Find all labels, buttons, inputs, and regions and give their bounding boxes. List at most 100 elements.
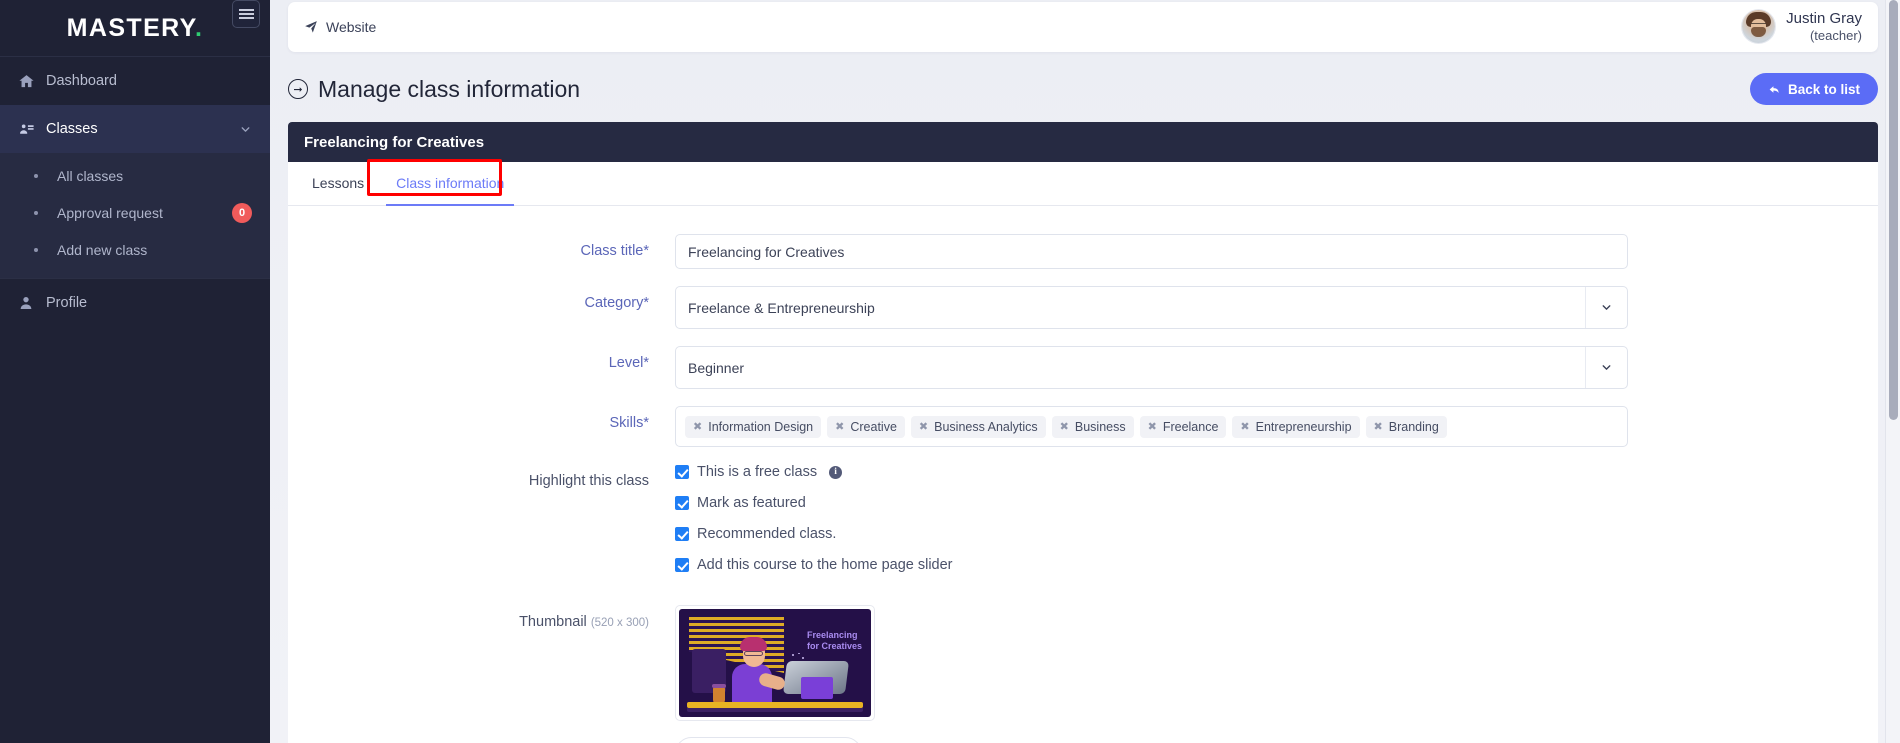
highlight-options: This is a free class i Mark as featured Rec…: [675, 464, 1878, 588]
category-label: Category*: [584, 295, 649, 311]
page-title-text: Manage class information: [318, 75, 581, 102]
highlight-option-label: Recommended class.: [697, 526, 837, 542]
brand-logo[interactable]: MASTERY.: [0, 0, 270, 57]
sidebar-item-classes[interactable]: Classes: [0, 105, 270, 153]
skill-tag[interactable]: ✖ Creative: [827, 415, 905, 438]
remove-tag-icon[interactable]: ✖: [919, 420, 928, 433]
topbar: Website Justin Gray (teacher): [288, 2, 1878, 52]
skills-tag-input[interactable]: ✖ Information Design ✖ Creative ✖ Business An…: [675, 406, 1628, 447]
remove-tag-icon[interactable]: ✖: [1148, 420, 1157, 433]
user-icon: [18, 295, 46, 311]
select-thumbnail-button[interactable]: Select a class thumbnail: [675, 737, 862, 743]
home-icon: [18, 73, 46, 90]
person-hair-graphic: [740, 637, 767, 651]
person-glasses-graphic: [744, 651, 763, 656]
sidebar-item-label: Profile: [46, 295, 88, 311]
level-value: Beginner: [688, 359, 745, 376]
category-value: Freelance & Entrepreneurship: [688, 299, 875, 316]
level-select[interactable]: Beginner: [675, 346, 1628, 389]
form-row-skills: Skills* ✖ Information Design ✖ Creative ✖ Bus…: [288, 406, 1878, 447]
remove-tag-icon[interactable]: ✖: [1240, 420, 1249, 433]
category-select[interactable]: Freelance & Entrepreneurship: [675, 286, 1628, 329]
sidebar-subitem-label: Approval request: [57, 204, 163, 221]
website-label: Website: [326, 19, 377, 35]
tab-class-information-label: Class information: [396, 175, 505, 191]
chevron-down-icon[interactable]: [1585, 347, 1627, 388]
sidebar-item-dashboard[interactable]: Dashboard: [0, 57, 270, 105]
tab-class-information[interactable]: Class information: [380, 161, 520, 206]
brand-name: MASTERY: [66, 13, 195, 42]
sidebar-subitem-label: All classes: [57, 167, 124, 184]
highlight-option: This is a free class i: [675, 464, 1628, 480]
user-names: Justin Gray (teacher): [1786, 10, 1862, 43]
back-to-list-label: Back to list: [1787, 81, 1860, 97]
bullet-icon: [34, 210, 38, 215]
back-to-list-button[interactable]: Back to list: [1749, 73, 1878, 105]
sidebar-item-approval-request[interactable]: Approval request 0: [0, 194, 270, 231]
skill-tag[interactable]: ✖ Freelance: [1139, 415, 1227, 438]
skill-tag-label: Business: [1074, 419, 1126, 434]
class-title-input[interactable]: Freelancing for Creatives: [675, 234, 1628, 269]
sidebar-item-profile[interactable]: Profile: [0, 279, 270, 327]
bullet-icon: [34, 247, 38, 252]
skill-tag[interactable]: ✖ Branding: [1365, 415, 1447, 438]
website-link[interactable]: Website: [304, 19, 376, 35]
coffee-lid-graphic: [712, 684, 726, 688]
skill-tag[interactable]: ✖ Entrepreneurship: [1232, 415, 1360, 438]
highlight-option: Recommended class.: [675, 526, 1628, 542]
scrollbar-thumb[interactable]: [1889, 0, 1898, 420]
skill-tag[interactable]: ✖ Business Analytics: [910, 415, 1046, 438]
thumbnail-image-title: Freelancing for Creatives: [807, 630, 862, 653]
sidebar-item-add-new-class[interactable]: Add new class: [0, 231, 270, 268]
checkbox[interactable]: [675, 558, 689, 572]
chevron-down-icon[interactable]: [1585, 287, 1627, 328]
tab-bar: Lessons Class information: [288, 159, 1878, 206]
checkbox[interactable]: [675, 496, 689, 510]
checkbox[interactable]: [675, 465, 689, 479]
remove-tag-icon[interactable]: ✖: [835, 420, 844, 433]
skill-tag[interactable]: ✖ Business: [1051, 415, 1134, 438]
class-card: Freelancing for Creatives Lessons Class …: [288, 122, 1878, 743]
sidebar: MASTERY. Dashboard Classes All classes A…: [0, 0, 270, 743]
highlight-label: Highlight this class: [528, 473, 649, 489]
brand-dot: .: [194, 13, 204, 42]
desk-graphic: [687, 702, 863, 708]
skills-label: Skills*: [609, 415, 649, 431]
hamburger-icon[interactable]: [232, 0, 260, 28]
thumbnail-title-line2: for Creatives: [806, 641, 862, 652]
form-row-highlight: Highlight this class This is a free clas…: [288, 464, 1878, 588]
page-scrollbar[interactable]: [1885, 0, 1900, 743]
info-icon[interactable]: i: [829, 465, 843, 479]
class-title-label: Class title*: [580, 243, 650, 259]
skill-tag-label: Creative: [850, 419, 897, 434]
remove-tag-icon[interactable]: ✖: [1060, 420, 1069, 433]
checkbox[interactable]: [675, 527, 689, 541]
user-role: (teacher): [1809, 28, 1862, 44]
highlight-option-label: This is a free class: [697, 464, 818, 480]
sidebar-item-all-classes[interactable]: All classes: [0, 157, 270, 194]
page-header: ➞ Manage class information Back to list: [288, 70, 1878, 108]
thumbnail-label-text: Thumbnail: [519, 614, 587, 630]
arrow-right-circle-icon: ➞: [288, 79, 308, 99]
back-arrow-icon: [1768, 83, 1781, 96]
skill-tag-label: Information Design: [708, 419, 814, 434]
highlight-option-label: Add this course to the home page slider: [697, 557, 953, 573]
remove-tag-icon[interactable]: ✖: [693, 420, 702, 433]
highlight-option: Mark as featured: [675, 495, 1628, 511]
laptop-base-graphic: [801, 677, 833, 699]
sidebar-item-label: Classes: [46, 121, 98, 137]
skill-tag[interactable]: ✖ Information Design: [685, 415, 822, 438]
send-icon: [304, 20, 318, 34]
main-content: Website Justin Gray (teacher) ➞ Manage c…: [270, 0, 1900, 743]
tab-lessons[interactable]: Lessons: [296, 161, 380, 205]
form-row-category: Category* Freelance & Entrepreneurship: [288, 286, 1878, 329]
user-menu[interactable]: Justin Gray (teacher): [1742, 10, 1862, 44]
form-row-class-title: Class title* Freelancing for Creatives: [288, 234, 1878, 269]
card-header: Freelancing for Creatives: [288, 122, 1878, 162]
remove-tag-icon[interactable]: ✖: [1374, 420, 1383, 433]
bullet-icon: [34, 173, 38, 178]
thumbnail-image: Freelancing for Creatives: [679, 609, 871, 717]
class-information-form: Class title* Freelancing for Creatives C…: [288, 206, 1878, 743]
chevron-down-icon[interactable]: [239, 123, 252, 136]
user-name: Justin Gray: [1786, 10, 1862, 28]
